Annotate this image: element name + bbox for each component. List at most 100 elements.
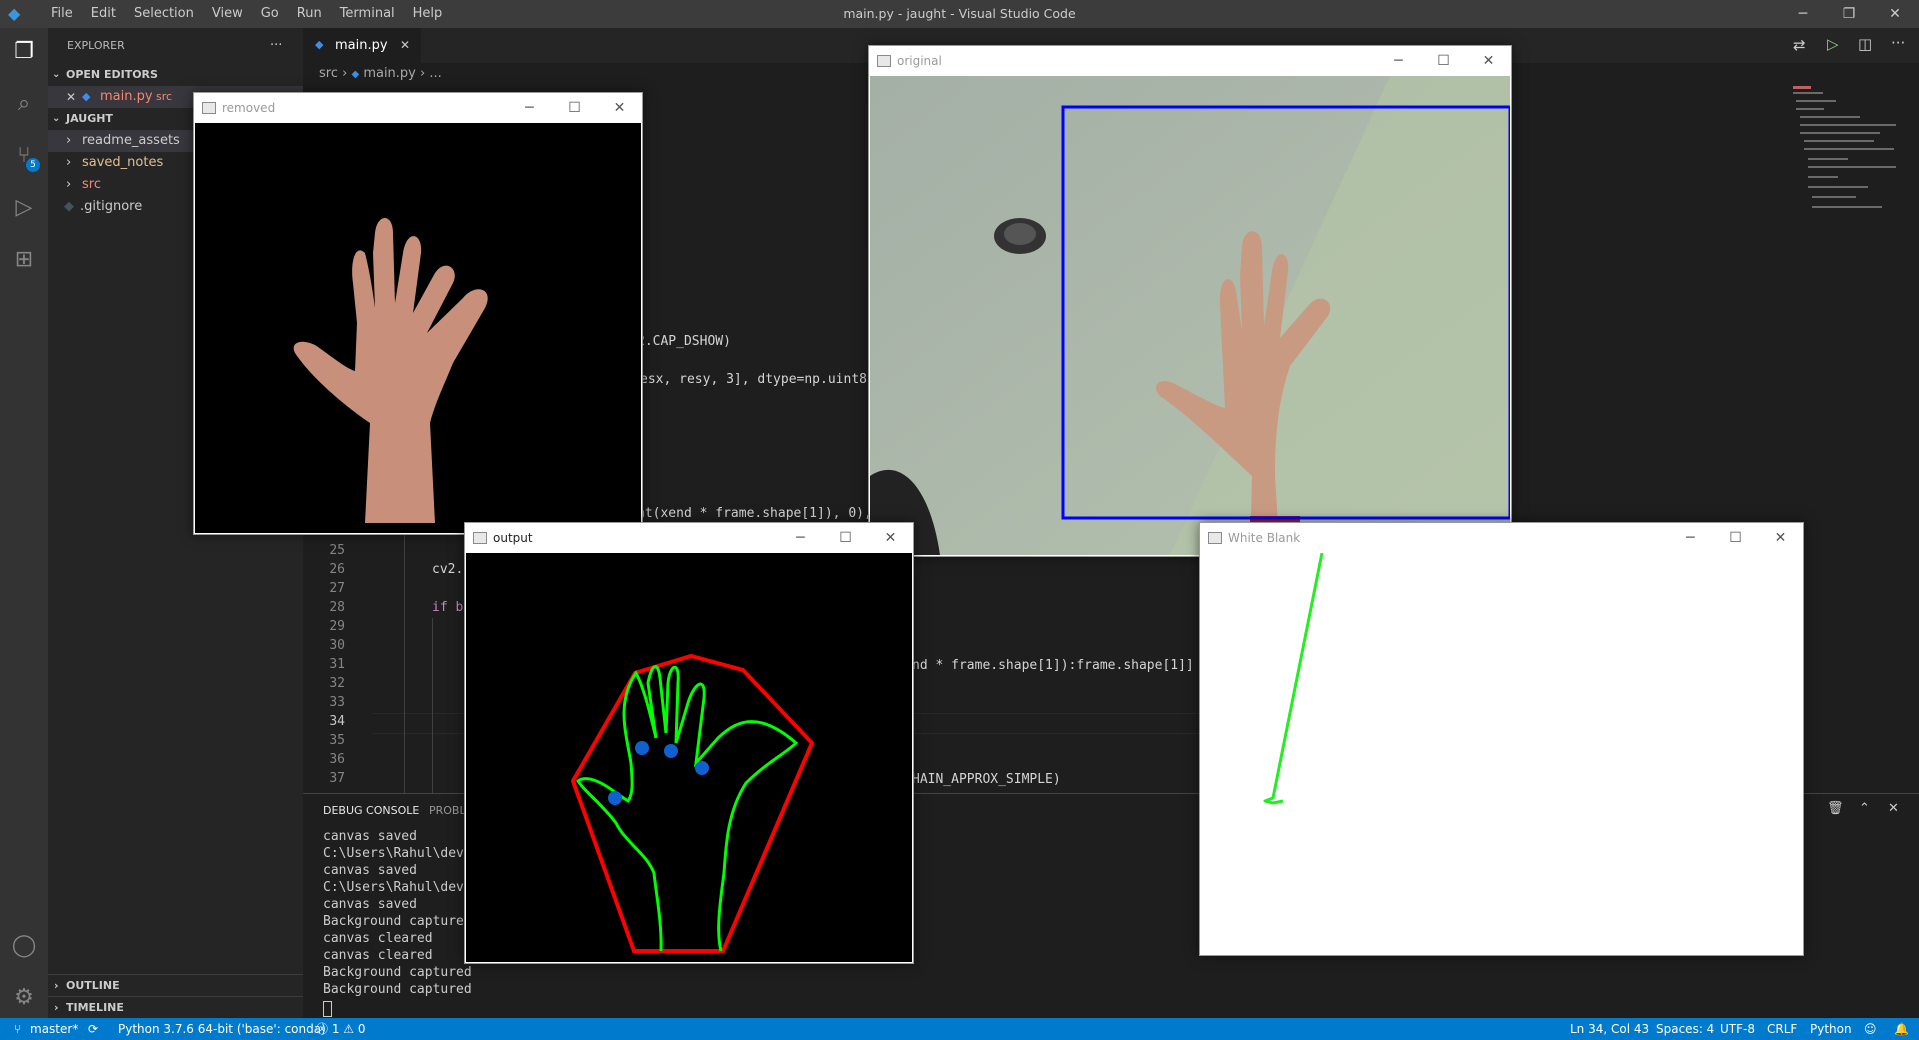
menu-help[interactable]: Help <box>404 0 452 28</box>
cv-titlebar[interactable]: output ─ ☐ ✕ <box>465 523 913 553</box>
line-number: 32 <box>329 676 345 691</box>
maximize-button[interactable]: ☐ <box>552 93 597 123</box>
output-image <box>466 553 912 962</box>
close-button[interactable]: ✕ <box>1758 523 1803 553</box>
split-editor-icon[interactable]: ◫ <box>1858 35 1872 53</box>
chevron-right-icon: › <box>66 133 72 148</box>
cv-titlebar[interactable]: original ─ ☐ ✕ <box>869 46 1511 76</box>
extensions-icon[interactable]: ⊞ <box>10 246 38 274</box>
vscode-logo-icon: ◆ <box>8 4 21 23</box>
account-icon[interactable]: ◯ <box>10 932 38 960</box>
status-branch[interactable]: master* <box>30 1018 78 1040</box>
cv-window-original[interactable]: original ─ ☐ ✕ <box>868 45 1512 557</box>
git-file-icon: ◆ <box>64 199 74 214</box>
white-canvas <box>1201 553 1802 954</box>
panel-close-icon[interactable]: ✕ <box>1888 801 1899 816</box>
tree-item-label: readme_assets <box>82 133 180 148</box>
cv-window-output[interactable]: output ─ ☐ ✕ <box>464 522 914 964</box>
status-encoding[interactable]: UTF-8 <box>1720 1018 1755 1040</box>
scm-badge: 5 <box>26 158 40 172</box>
timeline-section[interactable]: › TIMELINE <box>48 996 303 1019</box>
explorer-header: EXPLORER <box>67 39 125 52</box>
sync-icon[interactable]: ⟳ <box>88 1018 98 1040</box>
tab-debug-console[interactable]: DEBUG CONSOLE <box>323 804 419 817</box>
minimize-button[interactable]: ─ <box>507 93 552 123</box>
console-line: Background captured <box>323 965 472 980</box>
console-line: canvas cleared <box>323 931 433 946</box>
menu-terminal[interactable]: Terminal <box>331 0 404 28</box>
open-editors-section[interactable]: ⌄ OPEN EDITORS <box>48 64 303 86</box>
notifications-icon[interactable]: 🔔 <box>1894 1018 1909 1040</box>
breadcrumb-symbol[interactable]: ... <box>429 66 441 81</box>
cv-titlebar[interactable]: White Blank ─ ☐ ✕ <box>1200 523 1803 553</box>
close-editor-icon[interactable]: ✕ <box>66 86 76 108</box>
cv-window-removed[interactable]: removed ─ ☐ ✕ <box>193 92 643 535</box>
close-button[interactable]: ✕ <box>597 93 642 123</box>
line-number: 26 <box>329 562 345 577</box>
minimize-button[interactable]: ─ <box>778 523 823 553</box>
menu-selection[interactable]: Selection <box>125 0 203 28</box>
minimize-button[interactable]: ─ <box>1376 46 1421 76</box>
open-editors-label: OPEN EDITORS <box>66 68 158 81</box>
more-actions-icon[interactable]: ··· <box>270 35 282 57</box>
console-line: canvas saved <box>323 897 417 912</box>
cv-titlebar[interactable]: removed ─ ☐ ✕ <box>194 93 642 123</box>
toolbar-compare-icon[interactable]: ⇄ <box>1793 36 1806 54</box>
chevron-right-icon: › <box>420 66 430 81</box>
menu-bar: File Edit Selection View Go Run Terminal… <box>42 0 451 28</box>
clear-console-icon[interactable]: 🗑 <box>1827 801 1844 816</box>
restore-button[interactable]: ❐ <box>1826 0 1872 28</box>
code-fragment: 2.CAP_DSHOW) <box>637 334 731 349</box>
close-button[interactable]: ✕ <box>1872 0 1918 28</box>
cv-window-title: removed <box>222 101 276 115</box>
line-number: 28 <box>329 600 345 615</box>
editor-scrollbar[interactable] <box>1910 86 1919 786</box>
console-input[interactable] <box>323 1001 332 1017</box>
cv-window-white-blank[interactable]: White Blank ─ ☐ ✕ <box>1199 522 1804 956</box>
close-button[interactable]: ✕ <box>868 523 913 553</box>
status-python[interactable]: Python 3.7.6 64-bit ('base': conda) <box>118 1018 326 1040</box>
status-language[interactable]: Python <box>1810 1018 1852 1040</box>
panel-maximize-icon[interactable]: ⌃ <box>1859 801 1870 816</box>
minimize-button[interactable]: ─ <box>1780 0 1826 28</box>
status-spaces[interactable]: Spaces: 4 <box>1656 1018 1714 1040</box>
defect-point <box>635 741 649 755</box>
feedback-icon[interactable]: ☺ <box>1864 1018 1877 1040</box>
more-actions-icon[interactable]: ··· <box>1891 34 1905 52</box>
code-fragment: nt(xend * frame.shape[1]), 0), <box>637 506 872 521</box>
menu-edit[interactable]: Edit <box>82 0 125 28</box>
search-icon[interactable]: ⌕ <box>10 90 38 118</box>
breadcrumb-file[interactable]: main.py <box>363 66 416 81</box>
explorer-icon[interactable]: ❐ <box>10 38 38 66</box>
run-debug-icon[interactable]: ▷ <box>10 194 38 222</box>
menu-go[interactable]: Go <box>252 0 288 28</box>
line-number: 25 <box>329 543 345 558</box>
maximize-button[interactable]: ☐ <box>1713 523 1758 553</box>
outline-section[interactable]: › OUTLINE <box>48 974 303 997</box>
menu-file[interactable]: File <box>42 0 82 28</box>
menu-view[interactable]: View <box>203 0 252 28</box>
console-line: canvas saved <box>323 829 417 844</box>
breadcrumb-src[interactable]: src <box>319 66 338 81</box>
tab-main-py[interactable]: ◆ main.py ✕ <box>303 28 421 64</box>
console-line: C:\Users\Rahul\dev\j <box>323 880 480 895</box>
original-camera-image <box>870 76 1510 555</box>
hand-contour <box>576 665 799 952</box>
indent-guide <box>432 618 433 794</box>
maximize-button[interactable]: ☐ <box>1421 46 1466 76</box>
timeline-label: TIMELINE <box>66 1001 124 1014</box>
status-position[interactable]: Ln 34, Col 43 <box>1570 1018 1649 1040</box>
defect-point <box>608 791 622 805</box>
status-problems[interactable]: ⓧ 1 ⚠ 0 <box>316 1018 365 1040</box>
tab-problems[interactable]: PROBLI <box>429 804 469 817</box>
menu-run[interactable]: Run <box>288 0 331 28</box>
run-file-icon[interactable]: ▷ <box>1827 35 1839 53</box>
chevron-right-icon: › <box>54 979 59 992</box>
minimize-button[interactable]: ─ <box>1668 523 1713 553</box>
settings-gear-icon[interactable]: ⚙ <box>10 984 38 1012</box>
minimap[interactable] <box>1790 86 1910 216</box>
maximize-button[interactable]: ☐ <box>823 523 868 553</box>
close-tab-icon[interactable]: ✕ <box>400 38 410 52</box>
status-eol[interactable]: CRLF <box>1767 1018 1797 1040</box>
close-button[interactable]: ✕ <box>1466 46 1511 76</box>
